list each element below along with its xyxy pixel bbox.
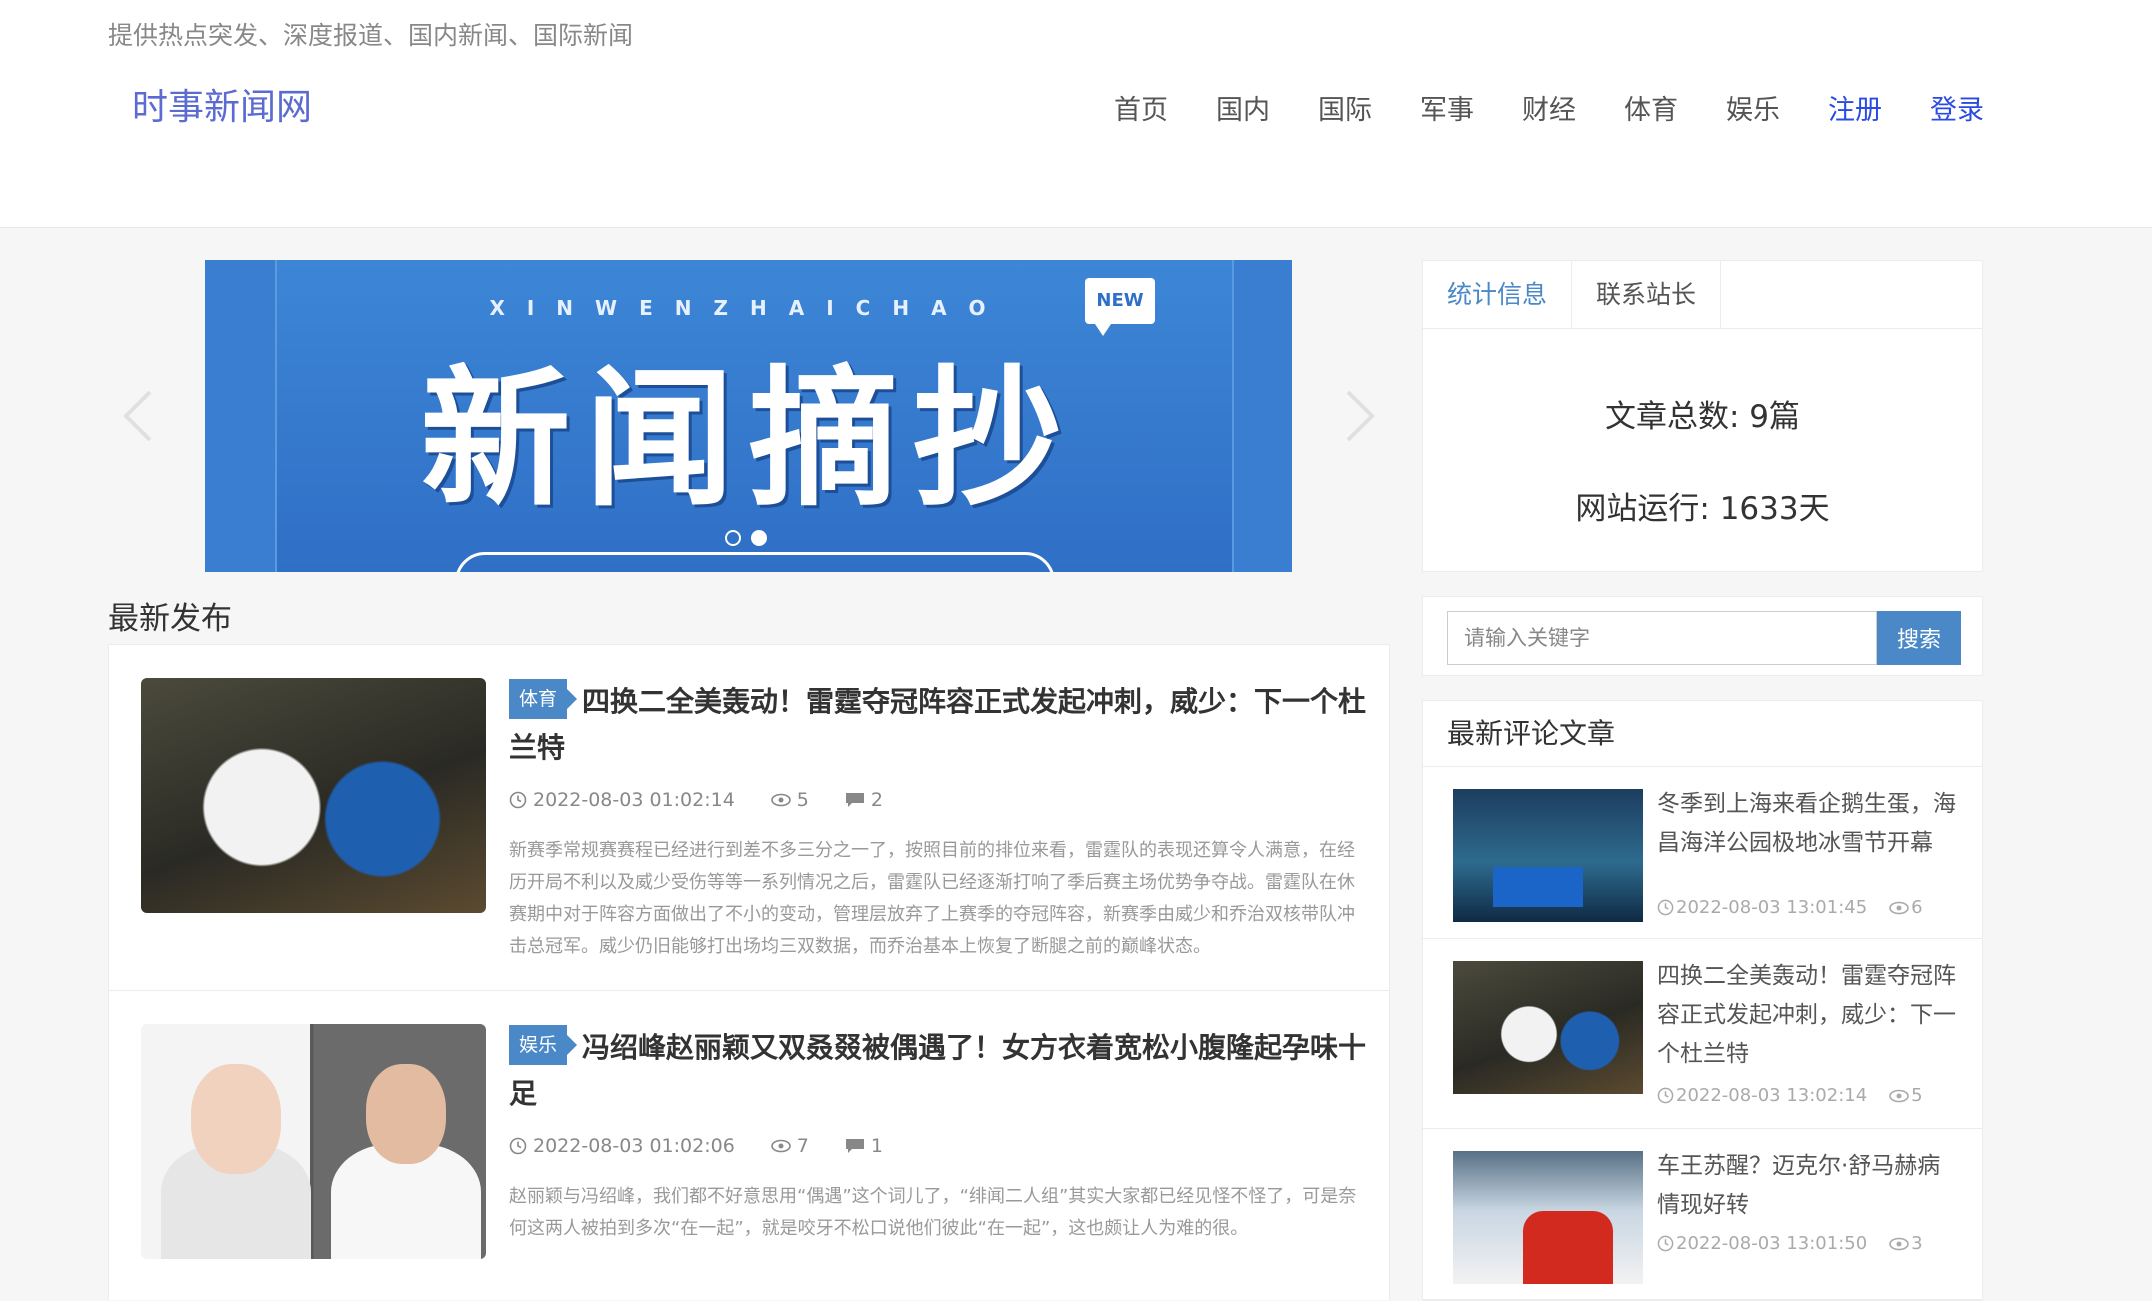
comments-heading: 最新评论文章 (1423, 701, 1982, 767)
comment-article-date: 2022-08-03 13:01:50 (1676, 1233, 1868, 1254)
nav-domestic[interactable]: 国内 (1216, 88, 1270, 127)
nav-military[interactable]: 军事 (1420, 88, 1474, 127)
clock-icon (1657, 1235, 1674, 1252)
comment-article-views: 5 (1911, 1085, 1923, 1106)
site-uptime: 网站运行: 1633天 (1575, 491, 1830, 527)
article-summary: 新赛季常规赛赛程已经进行到差不多三分之一了，按照目前的排位来看，雷霆队的表现还算… (509, 840, 1355, 957)
article-item[interactable]: 四换二全美轰动！雷霆夺冠阵容正式发起冲刺，威少：下一个杜兰特 体育 2022-0… (108, 644, 1390, 990)
search-panel: 搜索 (1422, 596, 1983, 676)
clock-icon (509, 791, 527, 809)
carousel-indicators (725, 530, 767, 546)
comment-article-date: 2022-08-03 13:01:45 (1676, 897, 1868, 918)
article-title[interactable]: 四换二全美轰动！雷霆夺冠阵容正式发起冲刺，威少：下一个杜兰特 (509, 679, 1369, 771)
nav-entertainment[interactable]: 娱乐 (1726, 88, 1780, 127)
login-link[interactable]: 登录 (1930, 88, 1984, 127)
list-item[interactable]: 四换二全美轰动！雷霆夺冠阵容正式发起冲刺，威少：下一个杜兰特 2022-08-0… (1423, 939, 1982, 1129)
site-header: 提供热点突发、深度报道、国内新闻、国际新闻 时事新闻网 首页 国内 国际 军事 … (0, 0, 2152, 228)
comment-article-title[interactable]: 四换二全美轰动！雷霆夺冠阵容正式发起冲刺，威少：下一个杜兰特 (1657, 957, 1957, 1074)
stats-tabs: 统计信息 联系站长 (1423, 261, 1982, 329)
comment-article-date: 2022-08-03 13:02:14 (1676, 1085, 1868, 1106)
article-date: 2022-08-03 01:02:14 (533, 789, 735, 811)
comment-article-meta: 2022-08-03 13:01:50 3 (1657, 1233, 1923, 1254)
nav-finance[interactable]: 财经 (1522, 88, 1576, 127)
clock-icon (1657, 1087, 1674, 1104)
comment-article-title[interactable]: 冬季到上海来看企鹅生蛋，海昌海洋公园极地冰雪节开幕 (1657, 785, 1957, 863)
slide-new-badge: NEW (1085, 278, 1155, 336)
eye-icon (1889, 901, 1909, 914)
comment-article-views: 6 (1911, 897, 1923, 918)
slide-title: 新闻摘抄 (420, 353, 1077, 527)
article-thumbnail[interactable] (141, 1024, 486, 1259)
site-tagline: 提供热点突发、深度报道、国内新闻、国际新闻 (108, 21, 634, 50)
eye-icon (1889, 1089, 1909, 1102)
latest-heading: 最新发布 (108, 601, 232, 637)
comment-icon (845, 1139, 864, 1153)
category-badge[interactable]: 体育 (509, 679, 578, 719)
latest-commented-panel: 最新评论文章 冬季到上海来看企鹅生蛋，海昌海洋公园极地冰雪节开幕 2022-08… (1422, 700, 1983, 1301)
comment-article-title[interactable]: 车王苏醒？迈克尔·舒马赫病情现好转 (1657, 1147, 1957, 1225)
article-views: 5 (796, 789, 809, 811)
article-comments: 1 (870, 1135, 883, 1157)
comment-icon (845, 793, 864, 807)
comment-article-meta: 2022-08-03 13:01:45 6 (1657, 897, 1923, 918)
tab-contact[interactable]: 联系站长 (1572, 261, 1722, 328)
article-summary: 赵丽颖与冯绍峰，我们都不好意思用“偶遇”这个词儿了，“绯闻二人组”其实大家都已经… (509, 1186, 1357, 1239)
article-meta: 2022-08-03 01:02:14 5 2 (509, 789, 919, 811)
category-badge[interactable]: 娱乐 (509, 1025, 578, 1065)
comment-article-meta: 2022-08-03 13:02:14 5 (1657, 1085, 1923, 1106)
carousel-prev-icon[interactable] (118, 386, 158, 461)
article-count: 文章总数: 9篇 (1604, 399, 1801, 435)
comment-article-thumbnail[interactable] (1453, 961, 1643, 1094)
comment-article-views: 3 (1911, 1233, 1923, 1254)
article-date: 2022-08-03 01:02:06 (533, 1135, 735, 1157)
clock-icon (509, 1137, 527, 1155)
article-thumbnail[interactable] (141, 678, 486, 913)
clock-icon (1657, 899, 1674, 916)
slide-pill-decoration (455, 552, 1055, 572)
comment-article-thumbnail[interactable] (1453, 789, 1643, 922)
article-comments: 2 (870, 789, 883, 811)
article-item[interactable]: 冯绍峰赵丽颖又双叒叕被偶遇了！女方衣着宽松小腹隆起孕味十足 娱乐 2022-08… (108, 990, 1390, 1300)
main-nav: 首页 国内 国际 军事 财经 体育 娱乐 注册 登录 (1114, 88, 2032, 127)
site-stats-panel: 统计信息 联系站长 文章总数: 9篇 网站运行: 1633天 (1422, 260, 1983, 572)
article-list: 四换二全美轰动！雷霆夺冠阵容正式发起冲刺，威少：下一个杜兰特 体育 2022-0… (108, 644, 1390, 1300)
nav-sports[interactable]: 体育 (1624, 88, 1678, 127)
eye-icon (1889, 1237, 1909, 1250)
eye-icon (770, 1139, 791, 1153)
tab-stats[interactable]: 统计信息 (1423, 261, 1573, 328)
register-link[interactable]: 注册 (1828, 88, 1882, 127)
article-title[interactable]: 冯绍峰赵丽颖又双叒叕被偶遇了！女方衣着宽松小腹隆起孕味十足 (509, 1025, 1369, 1117)
list-item[interactable]: 车王苏醒？迈克尔·舒马赫病情现好转 2022-08-03 13:01:50 3 (1423, 1129, 1982, 1301)
eye-icon (770, 793, 791, 807)
carousel-dot-2[interactable] (751, 530, 767, 546)
nav-international[interactable]: 国际 (1318, 88, 1372, 127)
comment-article-thumbnail[interactable] (1453, 1151, 1643, 1284)
site-logo-title[interactable]: 时事新闻网 (132, 78, 312, 130)
article-meta: 2022-08-03 01:02:06 7 1 (509, 1135, 919, 1157)
search-button[interactable]: 搜索 (1877, 611, 1961, 665)
search-input[interactable] (1447, 611, 1877, 665)
article-views: 7 (796, 1135, 809, 1157)
list-item[interactable]: 冬季到上海来看企鹅生蛋，海昌海洋公园极地冰雪节开幕 2022-08-03 13:… (1423, 767, 1982, 939)
carousel-next-icon[interactable] (1340, 386, 1380, 461)
carousel-dot-1[interactable] (725, 530, 741, 546)
nav-home[interactable]: 首页 (1114, 88, 1168, 127)
news-carousel[interactable]: XINWENZHAICHAO NEW 新闻摘抄 (205, 260, 1292, 572)
